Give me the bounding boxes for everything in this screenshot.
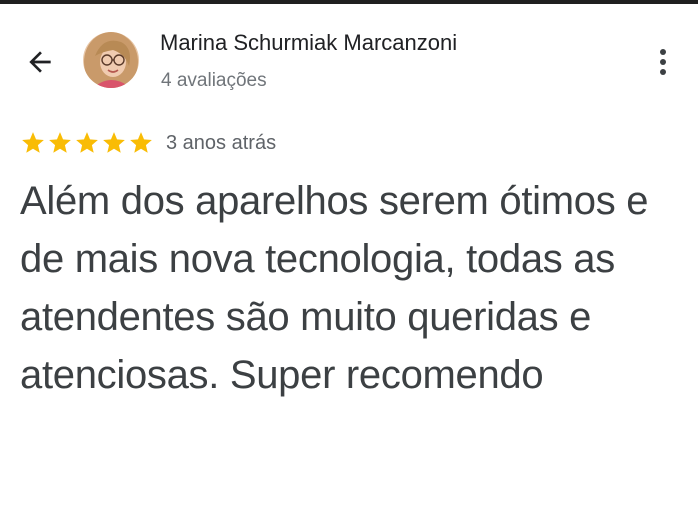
more-vert-icon: [660, 49, 666, 75]
star-icon: [22, 132, 44, 153]
review-text: Além dos aparelhos serem ótimos e de mai…: [20, 179, 649, 397]
author-name[interactable]: Marina Schurmiak Marcanzoni: [160, 30, 457, 56]
star-rating: [20, 130, 154, 156]
profile-photo: [83, 32, 139, 88]
star-icon: [103, 132, 125, 153]
back-button[interactable]: [18, 40, 62, 84]
review-date: 3 anos atrás: [166, 131, 277, 154]
star-icon: [130, 132, 152, 153]
more-options-button[interactable]: [645, 40, 681, 84]
author-review-count[interactable]: 4 avaliações: [161, 70, 267, 92]
avatar[interactable]: [83, 32, 139, 88]
star-icon: [49, 132, 71, 153]
arrow-back-icon: [29, 51, 51, 73]
rating-row: 3 anos atrás: [20, 128, 276, 158]
star-icon: [76, 132, 98, 153]
status-bar-edge: [0, 0, 698, 4]
